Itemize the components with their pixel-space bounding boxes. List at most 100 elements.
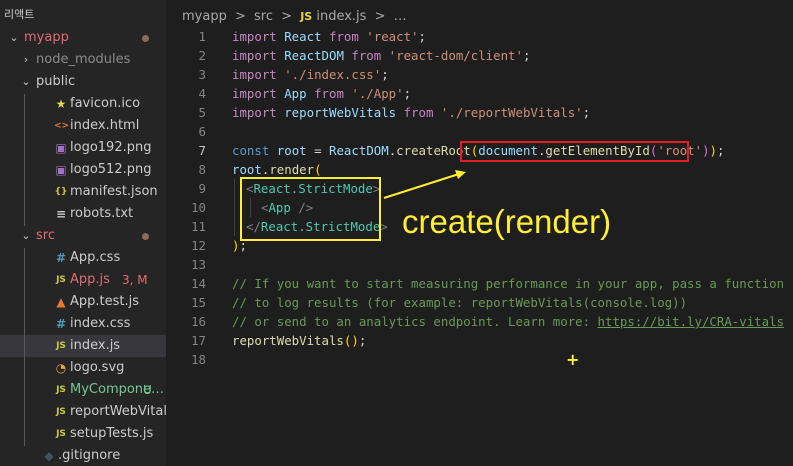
indent-guide <box>24 248 25 446</box>
tree-item-label: setupTests.js <box>70 426 154 441</box>
comment: // or send to an analytics endpoint. Lea… <box>232 314 598 329</box>
chevron-down-icon[interactable]: ⌄ <box>20 71 32 93</box>
explorer-sidebar: 리액트 ⌄ myapp › node_modules ⌄ public ★ favicon.i… <box>0 0 166 466</box>
tree-item-label: myapp <box>24 30 69 45</box>
tree-item-label: src <box>36 228 55 243</box>
keyword: import <box>232 48 277 63</box>
tree-item-label: manifest.json <box>70 184 158 199</box>
jsx-bracket: </ <box>246 219 261 234</box>
comment-link[interactable]: https://bit.ly/CRA-vitals <box>598 314 785 329</box>
tree-item-label: App.css <box>70 250 121 265</box>
keyword: const <box>232 143 270 158</box>
identifier: root <box>269 143 307 158</box>
jsx-tag: React.StrictMode <box>253 181 373 196</box>
annotation-text: create(render) <box>402 203 612 240</box>
function-name: getElementById <box>545 143 650 158</box>
keyword: from <box>403 105 434 120</box>
punctuation: ; <box>522 48 531 63</box>
tree-item-label: logo192.png <box>70 140 152 155</box>
line-number: 17 <box>191 333 206 348</box>
tree-item-myapp[interactable]: ⌄ myapp <box>0 27 166 49</box>
html-icon: <> <box>54 121 70 131</box>
comment: // If you want to start measuring perfor… <box>232 276 785 291</box>
string: 'root' <box>657 143 703 158</box>
css-icon: # <box>55 251 67 265</box>
breadcrumb-separator: > <box>374 9 386 24</box>
line-number: 15 <box>191 295 206 310</box>
punctuation: ; <box>358 333 367 348</box>
jsx-tag: App <box>268 200 291 215</box>
breadcrumb-separator: > <box>281 9 293 24</box>
line-number: 11 <box>191 219 206 234</box>
image-icon: ▣ <box>55 163 67 177</box>
keyword: import <box>232 67 277 82</box>
svg-icon: ◔ <box>55 361 67 375</box>
punctuation: ; <box>717 143 725 158</box>
function-name: reportWebVitals <box>232 333 344 348</box>
chevron-down-icon[interactable]: ⌄ <box>20 225 32 247</box>
punctuation: ; <box>403 86 412 101</box>
line-number: 6 <box>198 124 206 139</box>
tree-item--gitignore[interactable]: ◆ .gitignore <box>0 445 166 466</box>
tree-item-public[interactable]: ⌄ public <box>0 71 166 93</box>
git-status-badge: U <box>143 383 152 397</box>
indent-guide <box>24 94 25 226</box>
breadcrumb-src[interactable]: src <box>254 9 273 24</box>
star-icon: ★ <box>55 97 67 111</box>
bracket: ) <box>702 143 710 158</box>
tree-item-label: logo512.png <box>70 162 152 177</box>
tree-item-label: App.js <box>70 272 110 287</box>
function-name: render <box>269 162 315 177</box>
punctuation: ; <box>381 67 389 82</box>
line-number: 13 <box>191 257 206 272</box>
tree-item-label: index.html <box>70 118 140 133</box>
tree-item-label: .gitignore <box>58 448 121 463</box>
keyword: import <box>232 29 277 44</box>
punctuation: ; <box>239 238 247 253</box>
javascript-icon: JS <box>56 341 66 351</box>
line-number: 2 <box>198 48 206 63</box>
string: 'react-dom/client' <box>381 48 523 63</box>
keyword: import <box>232 86 277 101</box>
breadcrumb-symbols[interactable]: … <box>394 9 407 24</box>
css-icon: # <box>55 317 67 331</box>
tree-item-node-modules[interactable]: › node_modules <box>0 49 166 71</box>
image-icon: ▣ <box>55 141 67 155</box>
breadcrumb-file[interactable]: index.js <box>316 9 366 24</box>
javascript-icon: JS <box>56 385 66 395</box>
json-icon: {} <box>54 187 68 197</box>
string: './index.css' <box>276 67 382 82</box>
indent-guide <box>234 179 235 236</box>
tree-item-label: index.css <box>70 316 131 331</box>
explorer-title: 리액트 <box>4 8 35 21</box>
chevron-right-icon[interactable]: › <box>20 49 32 71</box>
tree-item-label: logo.svg <box>70 360 125 375</box>
breadcrumb-myapp[interactable]: myapp <box>182 9 227 24</box>
tree-item-label: public <box>36 74 76 89</box>
bracket: () <box>343 333 359 348</box>
modified-dot <box>142 233 149 240</box>
keyword: import <box>232 105 277 120</box>
tree-item-label: node_modules <box>36 52 131 67</box>
indent-guide <box>250 198 251 217</box>
jsx-tag: React.StrictMode <box>260 219 381 234</box>
jsx-bracket: > <box>380 219 388 234</box>
bracket: ) <box>709 143 718 158</box>
identifier: ReactDOM <box>276 48 352 63</box>
javascript-icon: JS <box>56 407 66 417</box>
line-number: 18 <box>191 352 206 367</box>
jsx-bracket: /> <box>290 200 314 215</box>
chevron-down-icon[interactable]: ⌄ <box>8 27 20 49</box>
test-icon: ▲ <box>56 295 66 309</box>
string: './App' <box>343 86 404 101</box>
tree-item-src[interactable]: ⌄ src <box>0 225 166 247</box>
jsx-bracket: > <box>372 181 381 196</box>
javascript-icon: JS <box>56 429 66 439</box>
git-icon: ◆ <box>44 449 54 463</box>
modified-dot <box>142 35 149 42</box>
tree-item-label: index.js <box>70 338 121 353</box>
keyword: from <box>351 48 382 63</box>
identifier: App <box>276 86 315 101</box>
javascript-icon: JS <box>56 275 66 285</box>
line-number: 7 <box>198 143 206 158</box>
